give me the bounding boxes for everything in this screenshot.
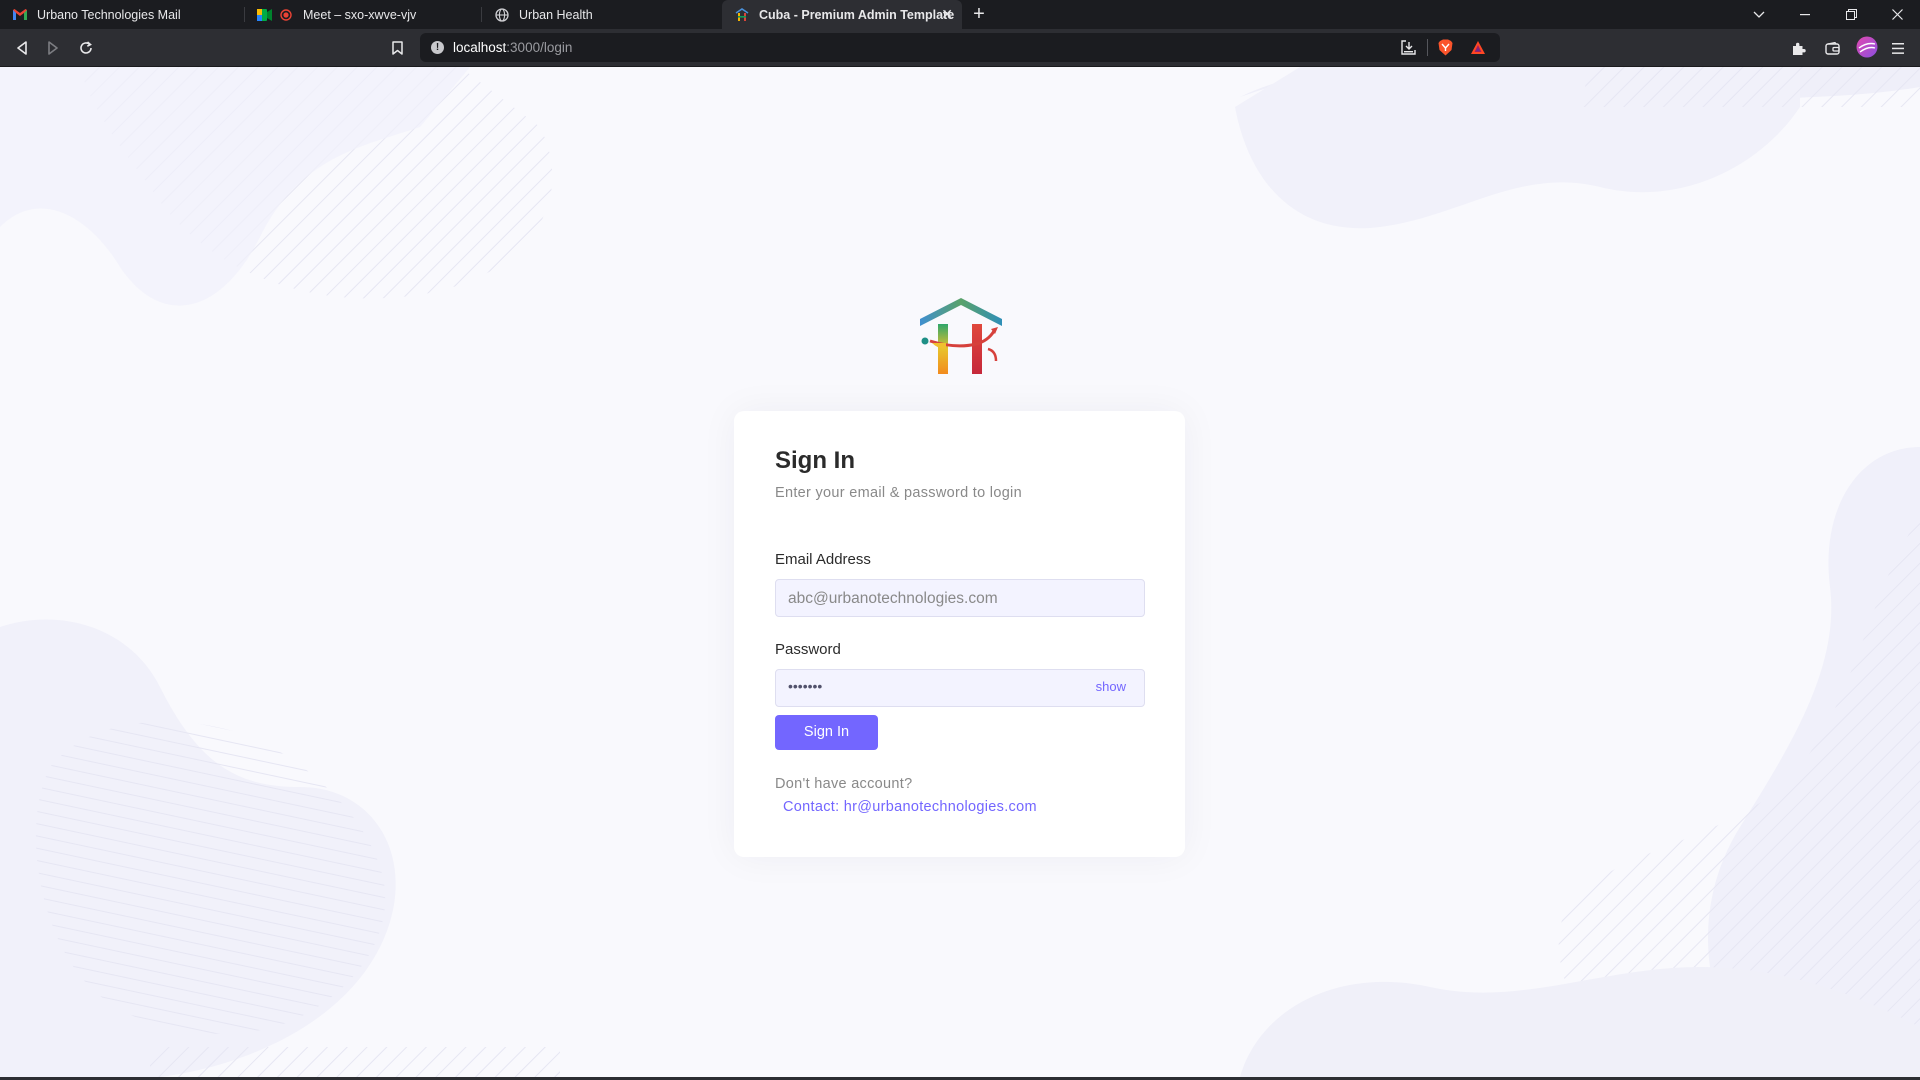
extensions-icon[interactable] — [1788, 38, 1808, 58]
url-path: :3000/login — [506, 40, 573, 55]
email-placeholder: abc@urbanotechnologies.com — [788, 590, 998, 607]
no-account-text: Don't have account? — [775, 776, 913, 792]
globe-icon — [494, 7, 509, 22]
tab-title: Meet – sxo-xwve-vjv — [303, 7, 417, 22]
url-text[interactable]: localhost:3000/login — [453, 40, 572, 55]
urban-health-logo — [916, 291, 1006, 381]
browser-tab-bar: Urbano Technologies Mail Meet – sxo-xwve… — [0, 0, 1920, 29]
email-field[interactable]: abc@urbanotechnologies.com — [775, 579, 1145, 617]
install-app-icon[interactable] — [1401, 40, 1416, 60]
brave-rewards-icon[interactable] — [1470, 40, 1486, 60]
login-page: Sign In Enter your email & password to l… — [0, 67, 1920, 1077]
tab-title: Urbano Technologies Mail — [37, 7, 181, 22]
url-host: localhost — [453, 40, 507, 55]
tab-search-chevron-icon[interactable] — [1736, 0, 1782, 29]
tab-urban-health[interactable]: Urban Health — [482, 0, 722, 29]
address-divider — [1427, 39, 1428, 56]
sign-in-button[interactable]: Sign In — [775, 715, 878, 750]
tab-title: Cuba - Premium Admin Template — [759, 7, 955, 22]
minimize-button[interactable] — [1782, 0, 1828, 29]
bookmark-icon[interactable] — [387, 38, 407, 58]
reload-button[interactable] — [76, 38, 96, 58]
password-label: Password — [775, 641, 841, 658]
meet-icon — [257, 7, 272, 22]
page-title: Sign In — [775, 447, 855, 474]
email-label: Email Address — [775, 551, 871, 568]
password-field[interactable]: ••••••• show — [775, 669, 1145, 707]
restore-button[interactable] — [1828, 0, 1874, 29]
profile-avatar[interactable] — [1856, 36, 1878, 58]
site-info-icon[interactable]: ! — [431, 41, 444, 54]
contact-link[interactable]: Contact: hr@urbanotechnologies.com — [783, 799, 1037, 815]
close-window-button[interactable] — [1874, 0, 1920, 29]
close-tab-icon[interactable]: ✕ — [941, 6, 953, 23]
gmail-icon — [12, 7, 27, 22]
new-tab-button[interactable]: + — [968, 4, 990, 26]
urban-health-logo-icon — [734, 7, 749, 22]
sign-in-subtitle: Enter your email & password to login — [775, 485, 1022, 501]
address-bar[interactable]: ! localhost:3000/login — [420, 33, 1500, 62]
back-button[interactable] — [12, 38, 32, 58]
recording-icon — [278, 7, 293, 22]
password-value: ••••••• — [788, 678, 823, 694]
forward-button[interactable] — [43, 38, 63, 58]
tab-meet[interactable]: Meet – sxo-xwve-vjv — [245, 0, 482, 29]
wallet-icon[interactable] — [1822, 38, 1842, 58]
tab-title: Urban Health — [519, 7, 593, 22]
menu-icon[interactable] — [1888, 38, 1908, 58]
browser-toolbar: ! localhost:3000/login — [0, 29, 1920, 67]
tab-urbano-mail[interactable]: Urbano Technologies Mail — [0, 0, 245, 29]
tab-cuba-admin[interactable]: Cuba - Premium Admin Template ✕ — [722, 0, 962, 29]
show-password-toggle[interactable]: show — [1096, 679, 1126, 694]
brave-shields-icon[interactable] — [1438, 39, 1453, 61]
sign-in-card: Sign In Enter your email & password to l… — [734, 411, 1185, 857]
